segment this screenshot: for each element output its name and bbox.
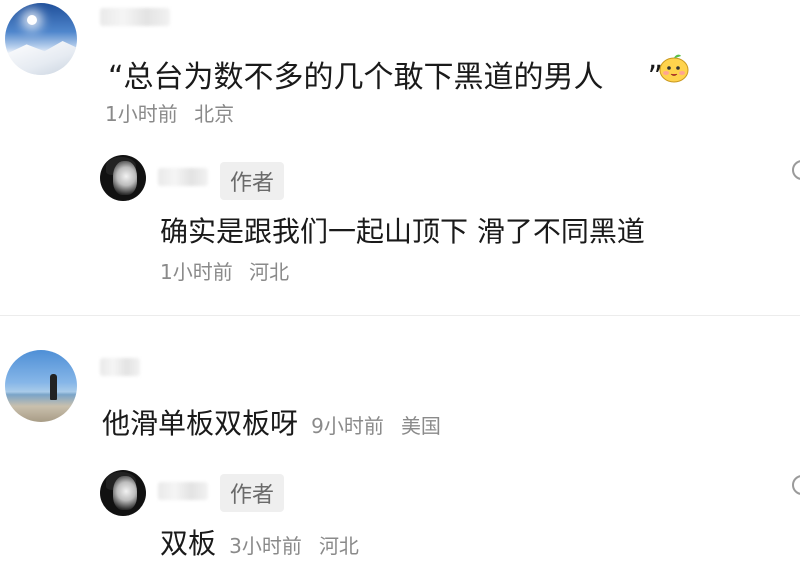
comment-text: “总台为数不多的几个敢下黑道的男人” (108, 60, 664, 95)
reply-text: 双板 (160, 527, 217, 560)
comment-meta: 1小时前 北京 (105, 98, 234, 127)
reply-text-line: 双板 3小时前 河北 (160, 522, 359, 562)
face-decoration (113, 476, 137, 510)
reply-avatar[interactable] (100, 155, 146, 201)
reply-text: 确实是跟我们一起山顶下 滑了不同黑道 (160, 215, 645, 248)
reply-time: 1小时前 (160, 260, 233, 284)
comment-location: 北京 (194, 102, 235, 126)
snow-ridge-decoration (5, 41, 77, 75)
sun-decoration (27, 15, 37, 25)
more-icon[interactable] (792, 475, 800, 495)
more-icon[interactable] (792, 160, 800, 180)
reply-location: 河北 (318, 534, 359, 558)
mango-face-emoji-icon (659, 54, 689, 83)
author-badge: 作者 (220, 162, 285, 200)
face-decoration (113, 161, 137, 195)
avatar[interactable] (5, 3, 77, 75)
comment-location: 美国 (400, 414, 441, 438)
comment-time: 1小时前 (105, 102, 178, 126)
divider (0, 315, 800, 316)
reply-avatar[interactable] (100, 470, 146, 516)
reply-meta: 1小时前 河北 (160, 256, 289, 285)
blurred-username[interactable] (100, 358, 140, 376)
blurred-username[interactable] (158, 168, 208, 186)
comment-time: 9小时前 (311, 414, 384, 438)
reply-location: 河北 (249, 260, 290, 284)
author-badge: 作者 (220, 474, 285, 512)
reply-time: 3小时前 (229, 534, 302, 558)
comment-text-line: 他滑单板双板呀 9小时前 美国 (102, 402, 441, 442)
person-silhouette-decoration (50, 374, 57, 400)
blurred-username[interactable] (158, 482, 208, 500)
blurred-username[interactable] (100, 8, 170, 26)
avatar[interactable] (5, 350, 77, 422)
comment-text: 他滑单板双板呀 (102, 407, 299, 440)
